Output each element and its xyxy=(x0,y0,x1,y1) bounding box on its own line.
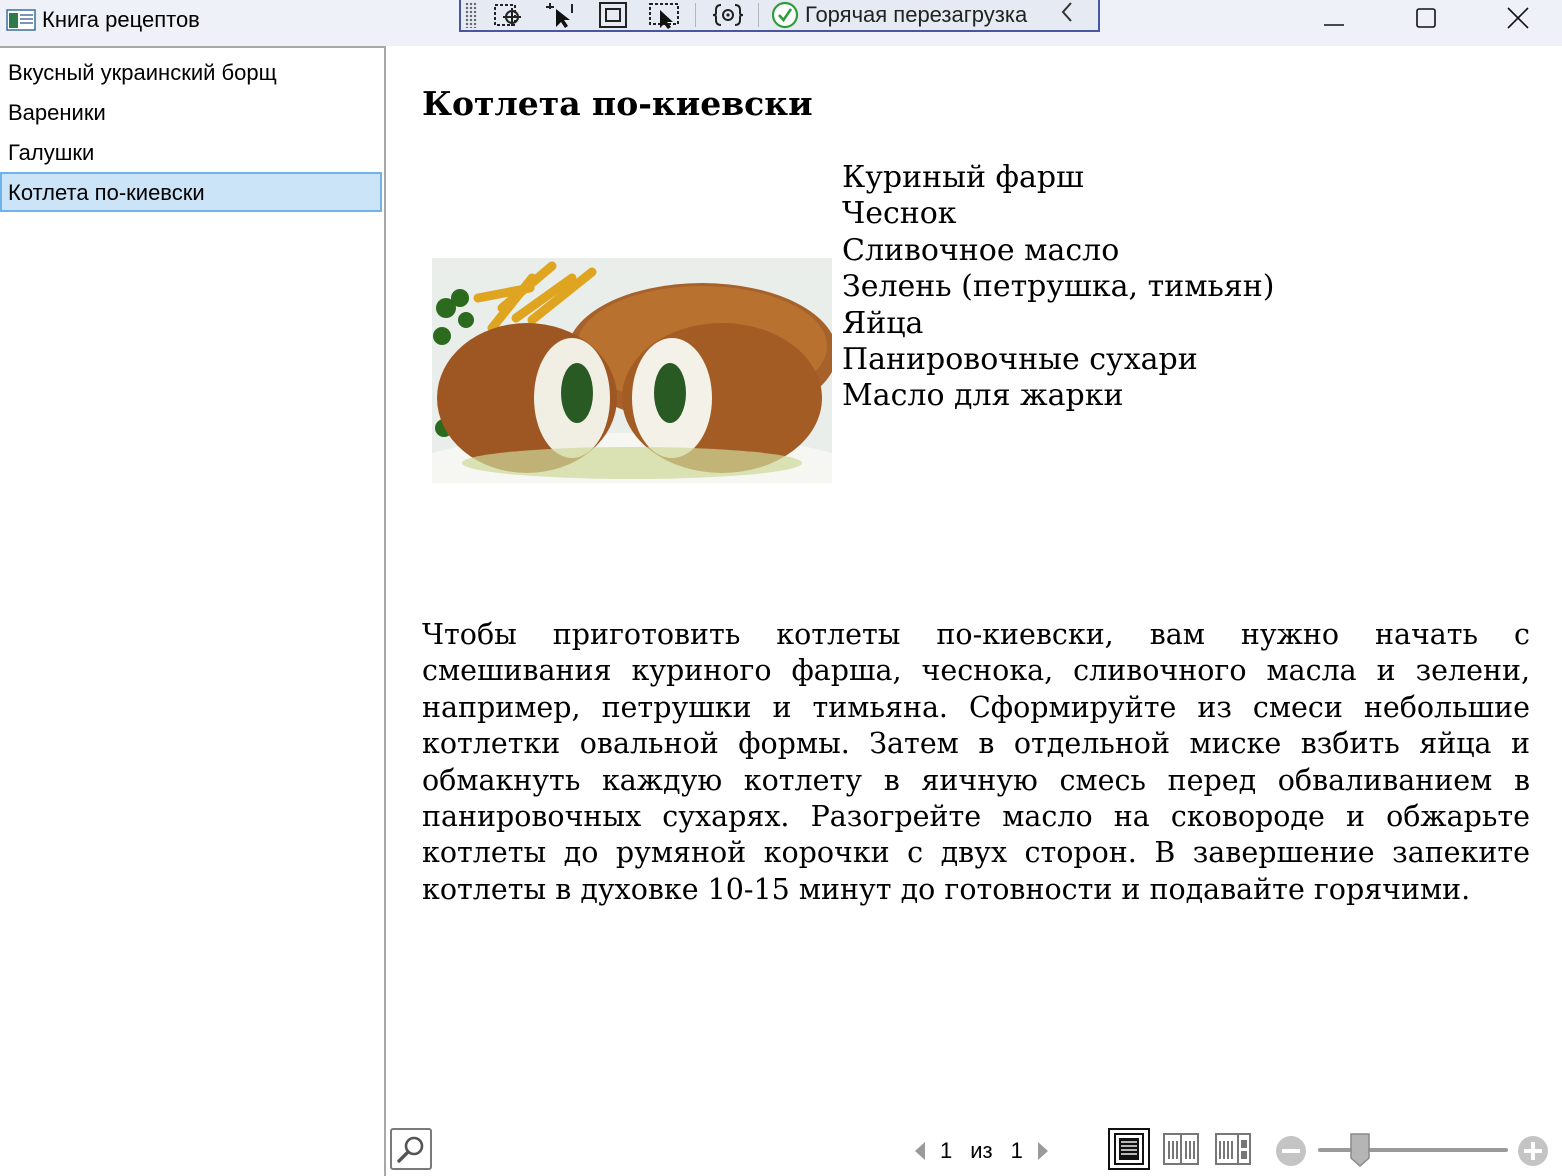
minimize-icon xyxy=(1324,24,1344,26)
hot-reload-label: Горячая перезагрузка xyxy=(805,2,1028,27)
zoom-slider-track[interactable] xyxy=(1318,1148,1508,1152)
track-focus-button[interactable] xyxy=(645,0,685,30)
ingredient-item: Куриный фарш xyxy=(842,160,1084,195)
recipe-instructions: Чтобы приготовить котлеты по-киевски, ва… xyxy=(422,618,1530,906)
select-element-button[interactable] xyxy=(489,0,529,30)
two-pages-icon xyxy=(1163,1133,1199,1165)
zoom-out-icon[interactable] xyxy=(1274,1134,1308,1168)
track-focus-icon xyxy=(649,3,679,29)
page-of-label: из xyxy=(970,1138,993,1163)
collapse-toolbar-button[interactable] xyxy=(1059,0,1075,30)
current-page-number[interactable]: 1 xyxy=(940,1138,952,1164)
toolbar-separator xyxy=(758,3,759,27)
close-icon xyxy=(1507,7,1529,29)
triangle-right-icon xyxy=(1037,1142,1048,1160)
title-bar: Книга рецептов Горячая перезагрузка xyxy=(0,0,1562,46)
ingredient-item: Чеснок xyxy=(842,196,957,232)
recipe-item-vareniki[interactable]: Вареники xyxy=(0,92,382,132)
previous-page-button[interactable] xyxy=(910,1140,930,1162)
display-layout-adorners-icon xyxy=(599,2,627,28)
maximize-icon xyxy=(1416,8,1436,28)
recipe-item-borscht[interactable]: Вкусный украинский борщ xyxy=(0,52,382,92)
ingredient-item: Панировочные сухари xyxy=(842,342,1198,378)
close-button[interactable] xyxy=(1488,0,1548,36)
page-navigator: 1 из 1 xyxy=(910,1134,1053,1168)
single-page-view-button[interactable] xyxy=(1108,1128,1150,1170)
binding-failures-icon xyxy=(712,4,744,26)
maximize-button[interactable] xyxy=(1396,0,1456,36)
app-window-icon xyxy=(6,9,36,31)
zoom-in-icon[interactable] xyxy=(1516,1134,1550,1168)
next-page-button[interactable] xyxy=(1033,1140,1053,1162)
ingredient-item: Зелень (петрушка, тимьян) xyxy=(842,269,1275,305)
toolbar-separator xyxy=(695,3,696,27)
chevron-left-icon xyxy=(1061,2,1072,22)
display-layout-adorners-button[interactable] xyxy=(593,0,633,30)
find-button[interactable] xyxy=(390,1128,432,1170)
recipe-item-chicken-kiev[interactable]: Котлета по-киевски xyxy=(0,172,382,212)
recipe-sidebar: Вкусный украинский борщ Вареники Галушки… xyxy=(0,46,386,1176)
pointer-select-button[interactable] xyxy=(541,0,581,30)
binding-failures-button[interactable] xyxy=(708,0,748,30)
triangle-left-icon xyxy=(915,1142,925,1160)
recipe-list: Вкусный украинский борщ Вареники Галушки… xyxy=(0,52,384,212)
thumbnails-view-button[interactable] xyxy=(1212,1128,1254,1170)
total-pages-number: 1 xyxy=(1010,1138,1023,1163)
hot-reload-indicator[interactable]: Горячая перезагрузка xyxy=(771,1,1027,29)
single-page-icon xyxy=(1114,1133,1144,1165)
dish-illustration xyxy=(432,258,832,483)
pointer-select-icon xyxy=(546,3,573,28)
ingredient-item: Масло для жарки xyxy=(842,378,1124,414)
check-circle-icon xyxy=(771,1,799,29)
ingredient-item: Сливочное масло xyxy=(842,232,1120,268)
window-title: Книга рецептов xyxy=(42,7,200,32)
search-icon xyxy=(397,1136,424,1163)
chicken-kiev-photo xyxy=(432,258,832,483)
thumbnails-icon xyxy=(1215,1133,1251,1165)
ingredient-item: Яйца xyxy=(842,305,924,341)
zoom-slider-thumb[interactable] xyxy=(1348,1132,1372,1168)
select-element-icon xyxy=(494,4,521,26)
recipe-title: Котлета по-киевски xyxy=(422,84,813,123)
two-pages-view-button[interactable] xyxy=(1160,1128,1202,1170)
document-viewer[interactable]: Котлета по-киевски Куриный фарш Чеснок С… xyxy=(386,46,1562,1176)
recipe-item-galushki[interactable]: Галушки xyxy=(0,132,382,172)
ingredient-list: Куриный фарш Чеснок Сливочное масло Зеле… xyxy=(842,160,1275,415)
debug-toolbar: Горячая перезагрузка xyxy=(459,0,1100,32)
toolbar-grip-handle[interactable] xyxy=(465,2,477,28)
minimize-button[interactable] xyxy=(1304,0,1364,36)
